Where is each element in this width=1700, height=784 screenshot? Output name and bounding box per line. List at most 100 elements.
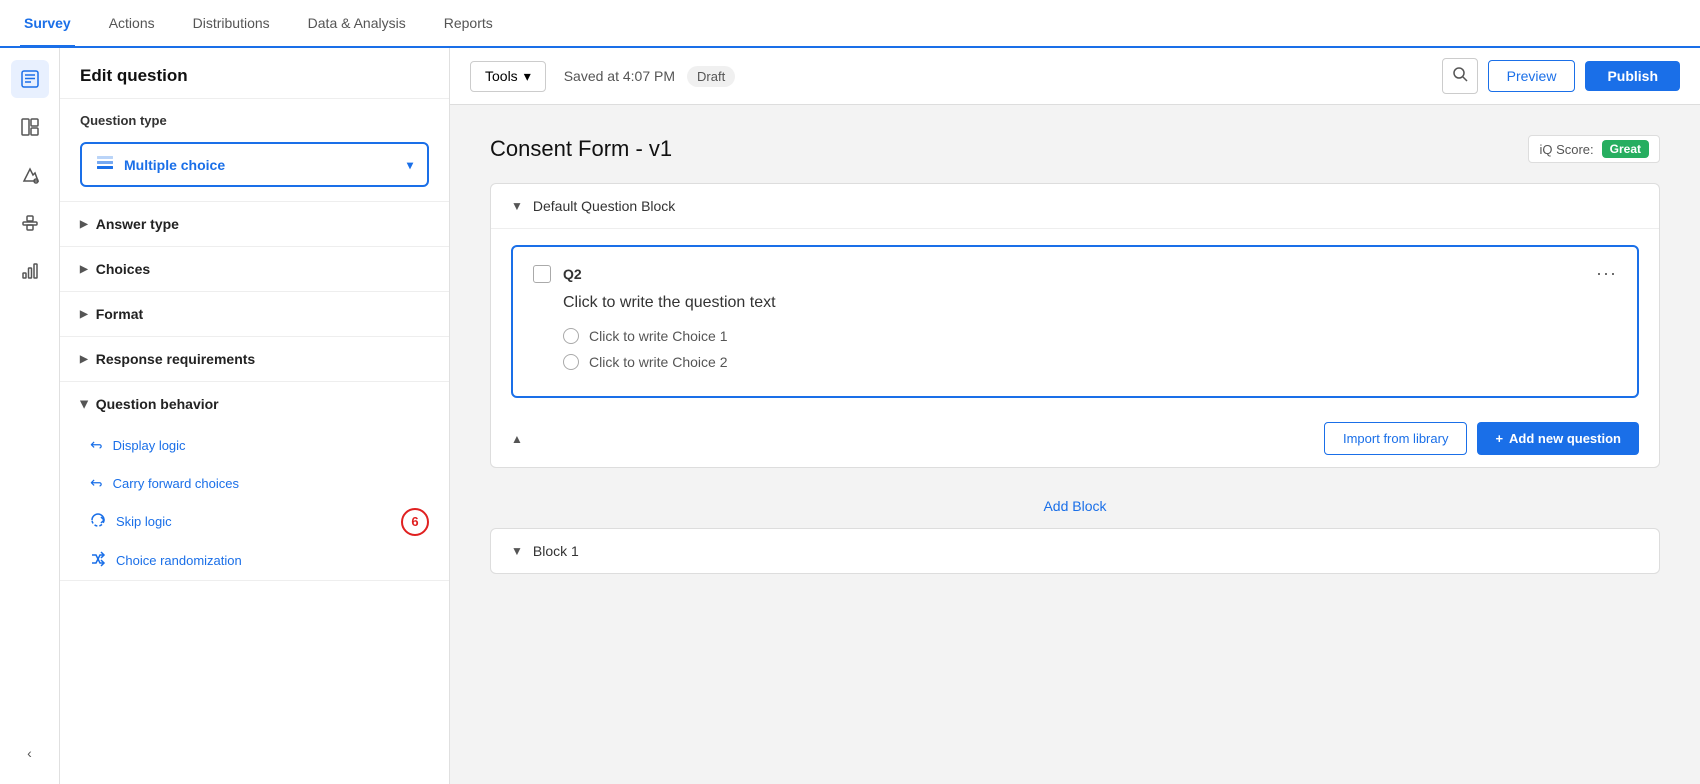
accordion-format-header[interactable]: ▶ Format	[60, 292, 449, 336]
sidebar-survey-icon[interactable]	[11, 60, 49, 98]
block1-header: ▼ Block 1	[491, 529, 1659, 573]
choice-randomization-label: Choice randomization	[116, 553, 242, 568]
question-type-dropdown[interactable]: Multiple choice ▾	[80, 142, 429, 187]
question-checkbox[interactable]	[533, 265, 551, 283]
accordion-choices-arrow: ▶	[80, 264, 88, 275]
skip-logic-item[interactable]: Skip logic 6	[60, 502, 449, 541]
edit-question-header: Edit question	[60, 48, 449, 99]
toolbar-right: Preview Publish	[1442, 58, 1680, 94]
carry-forward-label: Carry forward choices	[113, 476, 239, 491]
skip-logic-badge: 6	[401, 508, 429, 536]
top-navigation: Survey Actions Distributions Data & Anal…	[0, 0, 1700, 48]
question-card[interactable]: Q2 ··· Click to write the question text …	[511, 245, 1639, 398]
sidebar-chart-icon[interactable]	[11, 252, 49, 290]
accordion-response-req: ▶ Response requirements	[60, 337, 449, 382]
survey-title-row: Consent Form - v1 iQ Score: Great	[490, 135, 1660, 163]
block1-title: Block 1	[533, 543, 579, 559]
display-logic-icon: ↪	[90, 436, 103, 454]
tab-distributions[interactable]: Distributions	[189, 1, 274, 47]
question-type-value: Multiple choice	[124, 157, 225, 173]
accordion-choices: ▶ Choices	[60, 247, 449, 292]
skip-logic-label: Skip logic	[116, 514, 172, 529]
choice-text-2[interactable]: Click to write Choice 2	[589, 354, 728, 370]
survey-area: Consent Form - v1 iQ Score: Great ▼ Defa…	[450, 105, 1700, 784]
add-block-row: Add Block	[490, 484, 1660, 528]
block1-collapse-arrow[interactable]: ▼	[511, 544, 523, 558]
saved-status: Saved at 4:07 PM	[564, 68, 675, 84]
toolbar: Tools ▾ Saved at 4:07 PM Draft Preview P…	[450, 48, 1700, 105]
carry-forward-icon: ↪	[90, 474, 103, 492]
search-button[interactable]	[1442, 58, 1478, 94]
survey-title: Consent Form - v1	[490, 136, 672, 162]
sidebar-collapse-btn[interactable]: ‹	[11, 734, 49, 772]
sidebar-tools-icon[interactable]	[11, 204, 49, 242]
tools-button[interactable]: Tools ▾	[470, 61, 546, 92]
publish-button[interactable]: Publish	[1585, 61, 1680, 91]
skip-logic-icon	[90, 512, 106, 531]
import-library-button[interactable]: Import from library	[1324, 422, 1467, 455]
tab-survey[interactable]: Survey	[20, 1, 75, 47]
choice-randomization-icon	[90, 551, 106, 570]
left-panel: Edit question Question type Multiple cho…	[60, 48, 450, 784]
sidebar-layout-icon[interactable]	[11, 108, 49, 146]
sidebar-paint-icon[interactable]	[11, 156, 49, 194]
accordion-choices-label: Choices	[96, 261, 150, 277]
accordion-format: ▶ Format	[60, 292, 449, 337]
accordion-format-label: Format	[96, 306, 143, 322]
preview-button[interactable]: Preview	[1488, 60, 1576, 92]
iq-score-container: iQ Score: Great	[1528, 135, 1660, 163]
choice-row-2: Click to write Choice 2	[563, 354, 1617, 370]
block-action-buttons: Import from library + Add new question	[1324, 422, 1639, 455]
iq-score-label: iQ Score:	[1539, 142, 1593, 157]
accordion-response-req-header[interactable]: ▶ Response requirements	[60, 337, 449, 381]
tools-chevron-icon: ▾	[524, 68, 531, 85]
accordion-answer-type-arrow: ▶	[80, 219, 88, 230]
display-logic-item[interactable]: ↪ Display logic	[60, 426, 449, 464]
add-block-link[interactable]: Add Block	[1043, 498, 1106, 514]
behavior-section: ↪ Display logic ↪ Carry forward choices	[60, 426, 449, 580]
right-content: Tools ▾ Saved at 4:07 PM Draft Preview P…	[450, 48, 1700, 784]
block-collapse-up-arrow[interactable]: ▲	[511, 432, 523, 446]
accordion-answer-type-header[interactable]: ▶ Answer type	[60, 202, 449, 246]
accordion-response-req-label: Response requirements	[96, 351, 256, 367]
add-question-plus-icon: +	[1495, 431, 1503, 446]
accordion-question-behavior: ▶ Question behavior ↪ Display logic ↪ Ca…	[60, 382, 449, 581]
block-footer: ▲ Import from library + Add new question	[491, 414, 1659, 467]
block-footer-left: ▲	[511, 432, 523, 446]
chevron-down-icon: ▾	[407, 158, 413, 172]
accordion-question-behavior-header[interactable]: ▶ Question behavior	[60, 382, 449, 426]
accordion-question-behavior-label: Question behavior	[96, 396, 219, 412]
tools-label: Tools	[485, 68, 518, 84]
add-question-button[interactable]: + Add new question	[1477, 422, 1639, 455]
tab-data-analysis[interactable]: Data & Analysis	[304, 1, 410, 47]
accordion-answer-type: ▶ Answer type	[60, 202, 449, 247]
multiple-choice-icon	[96, 154, 114, 175]
question-type-label: Question type	[60, 99, 449, 134]
accordion-format-arrow: ▶	[80, 309, 88, 320]
add-question-label: Add new question	[1509, 431, 1621, 446]
search-icon	[1452, 66, 1468, 87]
block-collapse-arrow[interactable]: ▼	[511, 199, 523, 213]
choice-row-1: Click to write Choice 1	[563, 328, 1617, 344]
question-id: Q2	[563, 266, 582, 282]
iq-score-value: Great	[1602, 140, 1649, 158]
accordion-choices-header[interactable]: ▶ Choices	[60, 247, 449, 291]
accordion-question-behavior-arrow: ▶	[78, 400, 89, 408]
choice-text-1[interactable]: Click to write Choice 1	[589, 328, 728, 344]
display-logic-label: Display logic	[113, 438, 186, 453]
icon-sidebar: ‹	[0, 48, 60, 784]
accordion-answer-type-label: Answer type	[96, 216, 179, 232]
tab-actions[interactable]: Actions	[105, 1, 159, 47]
block-title: Default Question Block	[533, 198, 675, 214]
question-text-placeholder[interactable]: Click to write the question text	[563, 294, 1617, 312]
default-question-block: ▼ Default Question Block Q2 ··· Click to…	[490, 183, 1660, 468]
block1-container: ▼ Block 1	[490, 528, 1660, 574]
main-layout: ‹ Edit question Question type Multiple c…	[0, 48, 1700, 784]
block-header: ▼ Default Question Block	[491, 184, 1659, 229]
carry-forward-item[interactable]: ↪ Carry forward choices	[60, 464, 449, 502]
accordion-response-req-arrow: ▶	[80, 354, 88, 365]
choice-randomization-item[interactable]: Choice randomization	[60, 541, 449, 580]
choice-radio-2	[563, 354, 579, 370]
tab-reports[interactable]: Reports	[440, 1, 497, 47]
question-more-button[interactable]: ···	[1596, 263, 1617, 284]
